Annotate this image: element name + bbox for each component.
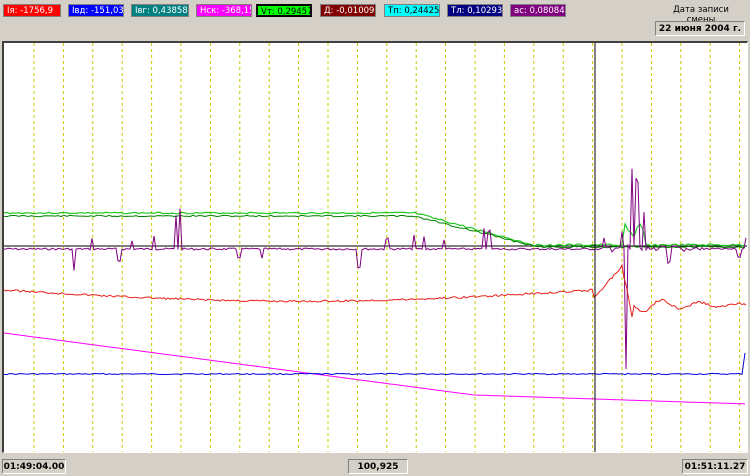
trace-as xyxy=(4,168,747,370)
trace-nsk xyxy=(4,332,746,405)
signal-traces xyxy=(4,168,747,405)
grid-lines xyxy=(4,43,747,452)
trend-plot-svg[interactable] xyxy=(4,43,747,452)
indicator-ivd[interactable]: Iвд: -151,035 xyxy=(68,4,124,17)
indicator-ivg[interactable]: Iвг: 0,438580 xyxy=(131,4,189,17)
indicator-tl[interactable]: Тл: 0,102936 xyxy=(447,4,503,17)
end-time-readout: 01:51:11.27 xyxy=(682,459,748,474)
start-time-readout: 01:49:04.00 xyxy=(2,459,66,474)
trend-plot-area[interactable] xyxy=(2,41,748,453)
indicator-tp[interactable]: Тп: 0,244258 xyxy=(384,4,440,17)
indicator-nsk[interactable]: Нск: -368,150 xyxy=(196,4,252,17)
indicator-as[interactable]: ас: 0,080849 xyxy=(510,4,566,17)
indicator-ia[interactable]: Iя: -1756,9 xyxy=(3,4,61,17)
indicator-vt[interactable]: Vт: 0,294573 xyxy=(256,4,312,17)
record-date-value: 22 июня 2004 г. xyxy=(655,21,745,36)
indicator-bar: Iя: -1756,9 Iвд: -151,035 Iвг: 0,438580 … xyxy=(0,0,750,40)
cursor-value-readout: 100,925 xyxy=(348,459,408,474)
trace-ia xyxy=(4,263,747,318)
indicator-d[interactable]: Д: -0,01009 xyxy=(320,4,376,17)
trace-ivd xyxy=(4,352,746,376)
